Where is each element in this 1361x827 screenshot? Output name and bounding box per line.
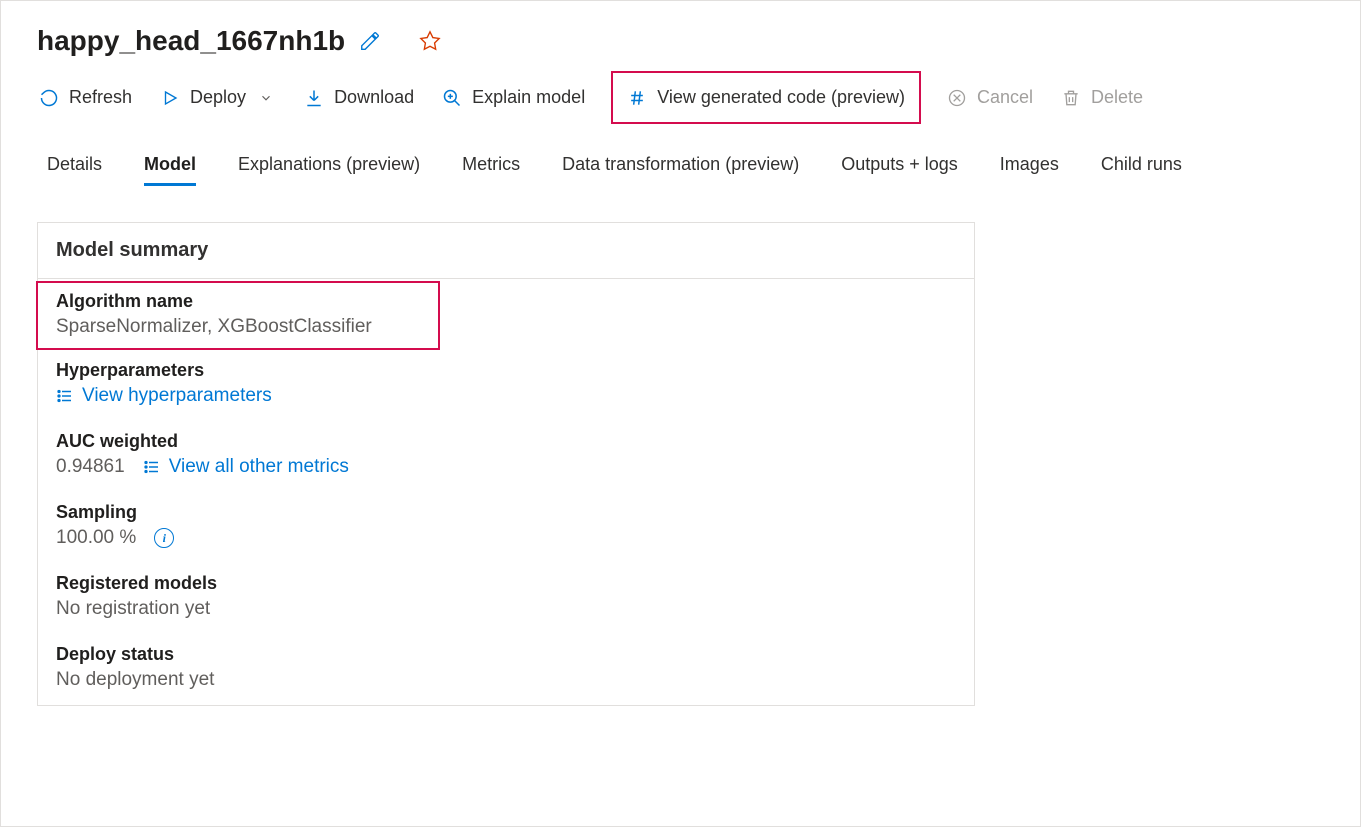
cancel-label: Cancel — [977, 87, 1033, 108]
deploy-status-label: Deploy status — [56, 644, 956, 665]
trash-icon — [1061, 88, 1081, 108]
deploy-button[interactable]: Deploy — [158, 83, 278, 112]
tab-data-transformation[interactable]: Data transformation (preview) — [562, 154, 799, 186]
toolbar: Refresh Deploy Download — [37, 83, 1324, 112]
list-icon — [56, 387, 74, 405]
deploy-status-value: No deployment yet — [56, 669, 956, 691]
cancel-circle-icon — [947, 88, 967, 108]
tab-metrics[interactable]: Metrics — [462, 154, 520, 186]
registered-models-value: No registration yet — [56, 598, 956, 620]
hash-icon — [627, 88, 647, 108]
tab-explanations[interactable]: Explanations (preview) — [238, 154, 420, 186]
download-icon — [304, 88, 324, 108]
algorithm-name-label: Algorithm name — [56, 291, 420, 312]
hyperparameters-field: Hyperparameters View hyperparameters — [38, 350, 974, 421]
delete-button: Delete — [1059, 83, 1145, 112]
deploy-label: Deploy — [190, 87, 246, 108]
view-generated-code-button[interactable]: View generated code (preview) — [611, 71, 921, 124]
download-label: Download — [334, 87, 414, 108]
explain-model-button[interactable]: Explain model — [440, 83, 587, 112]
chevron-down-icon — [256, 88, 276, 108]
page-title-row: happy_head_1667nh1b — [37, 25, 1324, 57]
hyperparameters-label: Hyperparameters — [56, 360, 956, 381]
tab-outputs-logs[interactable]: Outputs + logs — [841, 154, 958, 186]
sampling-value: 100.00 % — [56, 527, 136, 549]
view-all-metrics-text: View all other metrics — [169, 456, 349, 478]
view-hyperparameters-text: View hyperparameters — [82, 385, 272, 407]
tab-child-runs[interactable]: Child runs — [1101, 154, 1182, 186]
star-icon[interactable] — [419, 30, 441, 52]
view-all-metrics-link[interactable]: View all other metrics — [143, 456, 349, 478]
deploy-status-field: Deploy status No deployment yet — [38, 634, 974, 705]
play-icon — [160, 88, 180, 108]
refresh-label: Refresh — [69, 87, 132, 108]
edit-icon[interactable] — [359, 30, 381, 52]
auc-weighted-value: 0.94861 — [56, 456, 125, 478]
auc-weighted-label: AUC weighted — [56, 431, 956, 452]
refresh-icon — [39, 88, 59, 108]
tab-details[interactable]: Details — [47, 154, 102, 186]
download-button[interactable]: Download — [302, 83, 416, 112]
tab-model[interactable]: Model — [144, 154, 196, 186]
tab-bar: Details Model Explanations (preview) Met… — [37, 154, 1324, 186]
model-summary-panel: Model summary Algorithm name SparseNorma… — [37, 222, 975, 706]
explain-label: Explain model — [472, 87, 585, 108]
algorithm-name-field: Algorithm name SparseNormalizer, XGBoost… — [36, 281, 440, 350]
tab-images[interactable]: Images — [1000, 154, 1059, 186]
refresh-button[interactable]: Refresh — [37, 83, 134, 112]
registered-models-label: Registered models — [56, 573, 956, 594]
delete-label: Delete — [1091, 87, 1143, 108]
sampling-field: Sampling 100.00 % i — [38, 492, 974, 563]
viewcode-label: View generated code (preview) — [657, 87, 905, 108]
registered-models-field: Registered models No registration yet — [38, 563, 974, 634]
panel-header: Model summary — [38, 223, 974, 279]
page-title: happy_head_1667nh1b — [37, 25, 345, 57]
auc-weighted-field: AUC weighted 0.94861 View all other metr… — [38, 421, 974, 492]
algorithm-name-value: SparseNormalizer, XGBoostClassifier — [56, 316, 420, 338]
magnify-plus-icon — [442, 88, 462, 108]
cancel-button: Cancel — [945, 83, 1035, 112]
view-hyperparameters-link[interactable]: View hyperparameters — [56, 385, 272, 407]
sampling-label: Sampling — [56, 502, 956, 523]
info-icon[interactable]: i — [154, 528, 174, 548]
list-icon — [143, 458, 161, 476]
